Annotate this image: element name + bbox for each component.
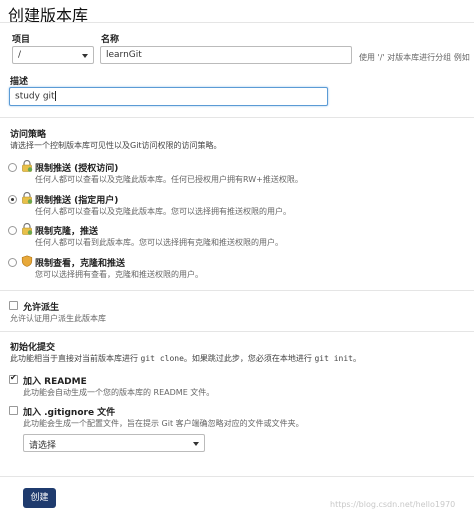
lock-icon	[22, 160, 33, 172]
add-readme-label: 加入 README	[23, 377, 87, 387]
project-select-value: /	[18, 50, 22, 60]
access-radio-2[interactable]	[8, 226, 17, 235]
access-radio-0[interactable]	[8, 163, 17, 172]
add-gitignore-label: 加入 .gitignore 文件	[23, 408, 116, 418]
init-desc-b: 。如果跳过此步，您必须在本地进行	[183, 354, 312, 363]
section-divider-2	[0, 290, 474, 291]
access-radio-3[interactable]	[8, 258, 17, 267]
section-divider-3	[0, 331, 474, 332]
init-heading: 初始化提交	[10, 343, 56, 353]
project-label: 项目	[12, 35, 31, 45]
init-desc-c: 。	[352, 354, 361, 363]
repo-name-input[interactable]: learnGit	[100, 46, 352, 64]
add-readme-desc: 此功能会自动生成一个您的版本库的 README 文件。	[23, 388, 215, 397]
lock-icon	[22, 223, 33, 235]
create-button[interactable]: 创建	[23, 488, 56, 508]
gitignore-select-value: 请选择	[29, 441, 57, 451]
access-option-0-title: 限制推送 (授权访问)	[35, 164, 119, 174]
access-option-0-desc: 任何人都可以查看以及克隆此版本库。任何已授权用户拥有RW+推送权限。	[35, 175, 303, 184]
access-option-2-title: 限制克隆，推送	[35, 227, 99, 237]
access-option-1-desc: 任何人都可以查看以及克隆此版本库。您可以选择拥有推送权限的用户。	[35, 207, 291, 216]
title-divider	[0, 22, 474, 23]
add-gitignore-desc: 此功能会生成一个配置文件，旨在提示 Git 客户端确忽略对应的文件或文件夹。	[23, 419, 304, 428]
project-select[interactable]: /	[12, 46, 94, 64]
access-option-3-desc: 您可以选择拥有查看，克隆和推送权限的用户。	[35, 270, 203, 279]
allow-fork-label: 允许派生	[23, 303, 60, 313]
add-gitignore-checkbox[interactable]	[9, 406, 18, 415]
allow-fork-desc: 允许认证用户派生此版本库	[10, 314, 106, 323]
init-desc-a: 此功能相当于直接对当前版本库进行	[10, 354, 138, 363]
repo-name-hint: 使用 '/' 对版本库进行分组 例如	[359, 53, 470, 62]
add-readme-checkbox[interactable]	[9, 373, 18, 384]
gitignore-template-select[interactable]: 请选择	[23, 434, 205, 452]
access-option-2-desc: 任何人都可以看到此版本库。您可以选择拥有克隆和推送权限的用户。	[35, 238, 283, 247]
watermark: https://blog.csdn.net/hello1970	[330, 500, 456, 509]
allow-fork-checkbox[interactable]	[9, 301, 18, 310]
chevron-down-icon	[82, 54, 88, 58]
access-option-1-title: 限制推送 (指定用户)	[35, 196, 119, 206]
description-input[interactable]: study git	[9, 87, 328, 106]
section-divider-4	[0, 476, 474, 477]
repo-name-value: learnGit	[106, 50, 142, 60]
description-value: study git	[15, 91, 55, 102]
access-option-3-title: 限制查看，克隆和推送	[35, 259, 126, 269]
init-cmd-clone: git clone	[140, 354, 184, 363]
init-desc: 此功能相当于直接对当前版本库进行 git clone。如果跳过此步，您必须在本地…	[10, 353, 361, 364]
section-divider-1	[0, 117, 474, 118]
chevron-down-icon	[193, 442, 199, 446]
shield-icon	[21, 255, 33, 267]
init-cmd-init: git init	[314, 354, 353, 363]
access-subheading: 请选择一个控制版本库可见性以及Git访问权限的访问策略。	[10, 141, 222, 150]
text-cursor	[54, 91, 56, 101]
lock-icon	[22, 192, 33, 204]
description-label: 描述	[10, 77, 29, 87]
access-radio-1[interactable]	[8, 195, 17, 204]
name-label: 名称	[101, 35, 120, 45]
access-heading: 访问策略	[10, 130, 47, 140]
